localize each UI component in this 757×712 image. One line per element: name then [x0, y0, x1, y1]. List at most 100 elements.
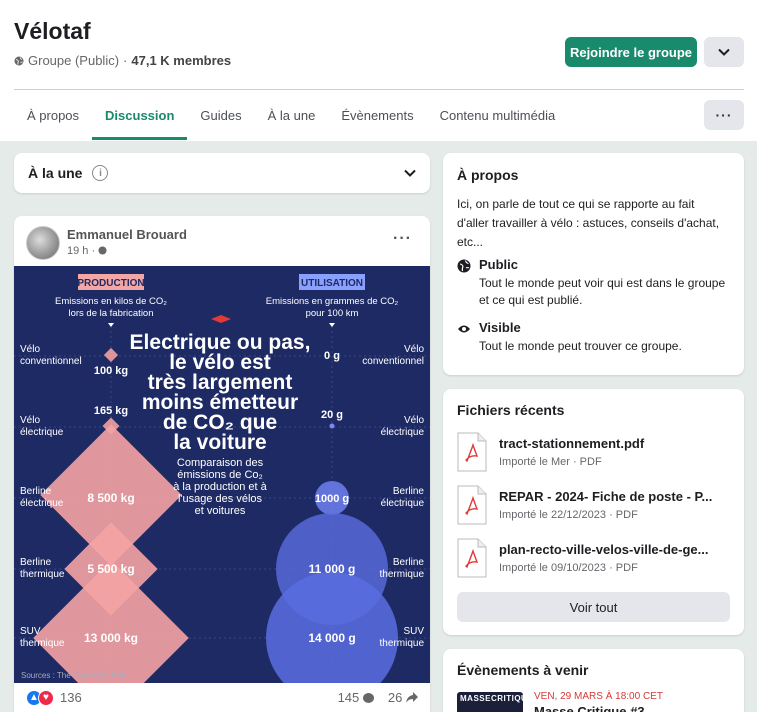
usage-value: 20 g	[321, 409, 343, 421]
production-value: 13 000 kg	[84, 631, 138, 645]
row-label-right: électrique	[381, 427, 425, 438]
visible-title: Visible	[479, 320, 521, 335]
post-author[interactable]: Emmanuel Brouard	[67, 227, 187, 242]
file-item[interactable]: REPAR - 2024- Fiche de poste - P... Impo…	[457, 485, 735, 531]
row-label-left: SUV	[20, 626, 41, 637]
usage-value: 1000 g	[315, 493, 349, 505]
production-value: 100 kg	[94, 365, 128, 377]
row-label-right: électrique	[381, 498, 425, 509]
row-label-left: Vélo	[20, 344, 40, 355]
file-name: tract-stationnement.pdf	[499, 436, 645, 451]
see-all-files-button[interactable]: Voir tout	[457, 592, 730, 622]
production-badge-text: PRODUCTION	[77, 278, 144, 289]
globe-icon	[14, 56, 24, 65]
group-privacy: Groupe (Public)	[28, 53, 120, 68]
globe-icon	[98, 246, 107, 255]
tab-events[interactable]: Évènements	[328, 90, 426, 140]
about-public: Public Tout le monde peut voir qui est d…	[457, 257, 729, 309]
event-date: VEN, 29 MARS À 18:00 CET	[534, 691, 663, 702]
files-title: Fichiers récents	[457, 402, 565, 418]
row-label-left: électrique	[20, 427, 64, 438]
events-title: Évènements à venir	[457, 662, 589, 678]
production-value: 165 kg	[94, 405, 128, 417]
row-label-right: Vélo	[404, 415, 424, 426]
globe-icon	[457, 259, 471, 273]
about-card: À propos Ici, on parle de tout ce qui se…	[443, 153, 744, 375]
reaction-count: 136	[60, 690, 82, 705]
comment-count-text: 145	[337, 690, 360, 705]
subline-4: l'usage des vélos	[178, 493, 263, 505]
group-tabs: À propos Discussion Guides À la une Évèn…	[14, 90, 568, 140]
post-card: Emmanuel Brouard 19 h · ··· PRODUCTION U…	[14, 216, 430, 712]
post-time[interactable]: 19 h ·	[67, 245, 107, 257]
pdf-icon	[457, 485, 487, 525]
tab-guides[interactable]: Guides	[187, 90, 254, 140]
tab-featured[interactable]: À la une	[255, 90, 329, 140]
love-icon: ♥	[38, 689, 54, 706]
pdf-icon	[457, 432, 487, 472]
production-value: 8 500 kg	[87, 491, 134, 505]
event-name[interactable]: Masse Critique #3	[534, 704, 645, 712]
featured-section[interactable]: À la une i	[14, 153, 430, 193]
row-label-right: Berline	[393, 557, 425, 568]
upcoming-events-card: Évènements à venir MASSECRITIQUE VEN, 29…	[443, 649, 744, 712]
info-icon[interactable]: i	[92, 165, 109, 181]
group-header: Vélotaf Groupe (Public) · 47,1 K membres…	[0, 0, 757, 141]
usage-value: 0 g	[324, 350, 340, 362]
file-meta: Importé le 09/10/2023 · PDF	[499, 562, 638, 574]
row-label-right: thermique	[380, 569, 425, 580]
file-item[interactable]: tract-stationnement.pdf Importé le Mer ·…	[457, 432, 735, 478]
post-image[interactable]: PRODUCTION UTILISATION Emissions en kilo…	[14, 266, 430, 683]
production-subtitle-1: Emissions en kilos de CO₂	[55, 296, 167, 307]
member-count: 47,1 K membres	[131, 53, 232, 68]
usage-value: 11 000 g	[309, 562, 356, 576]
subline-2: émissions de Co₂	[177, 469, 263, 481]
headline-line-6: la voiture	[173, 431, 266, 454]
row-label-right: thermique	[380, 638, 425, 649]
chevron-down-icon[interactable]	[404, 169, 416, 177]
post-menu-button[interactable]: ···	[393, 230, 412, 248]
chevron-down-icon	[718, 48, 730, 56]
production-subtitle-2: lors de la fabrication	[68, 308, 153, 319]
avatar[interactable]	[26, 226, 60, 260]
tab-media[interactable]: Contenu multimédia	[427, 90, 569, 140]
public-description: Tout le monde peut voir qui est dans le …	[479, 276, 726, 307]
file-name: REPAR - 2024- Fiche de poste - P...	[499, 489, 713, 504]
about-title: À propos	[457, 167, 519, 183]
about-visible: Visible Tout le monde peut trouver ce gr…	[457, 320, 729, 355]
file-meta: Importé le 22/12/2023 · PDF	[499, 509, 638, 521]
featured-label: À la une	[28, 165, 83, 181]
tab-about[interactable]: À propos	[14, 90, 92, 140]
row-label-left: thermique	[20, 569, 65, 580]
subline-1: Comparaison des	[177, 457, 264, 469]
infographic: PRODUCTION UTILISATION Emissions en kilo…	[14, 266, 430, 683]
about-description: Ici, on parle de tout ce qui se rapporte…	[457, 197, 720, 249]
tab-discussion[interactable]: Discussion	[92, 90, 188, 140]
row-label-right: conventionnel	[362, 356, 424, 367]
public-title: Public	[479, 257, 519, 272]
event-thumbnail[interactable]: MASSECRITIQUE	[457, 692, 523, 712]
subline-3: à la production et à	[173, 481, 267, 493]
usage-mark-velo-electrique	[329, 423, 335, 429]
comment-count[interactable]: 145	[338, 690, 374, 705]
file-item[interactable]: plan-recto-ville-velos-ville-de-ge... Im…	[457, 538, 735, 584]
post-time-text: 19 h ·	[67, 245, 96, 257]
usage-value: 14 000 g	[308, 631, 355, 645]
pdf-icon	[457, 538, 487, 578]
comment-icon	[362, 693, 374, 703]
subline-5: et voitures	[195, 505, 246, 517]
row-label-left: conventionnel	[20, 356, 82, 367]
row-label-left: électrique	[20, 498, 64, 509]
tabs-more-button[interactable]: ···	[704, 100, 744, 130]
usage-subtitle-2: pour 100 km	[306, 308, 359, 319]
header-dropdown-button[interactable]	[704, 37, 744, 67]
file-meta: Importé le Mer · PDF	[499, 456, 602, 468]
file-name: plan-recto-ville-velos-ville-de-ge...	[499, 542, 709, 557]
share-count[interactable]: 26	[388, 690, 418, 705]
row-label-left: Vélo	[20, 415, 40, 426]
reaction-summary[interactable]: ▲ ♥ 136	[26, 689, 82, 706]
row-label-left: Berline	[20, 557, 52, 568]
row-label-left: thermique	[20, 638, 65, 649]
join-group-button[interactable]: Rejoindre le groupe	[565, 37, 697, 67]
share-icon	[406, 692, 418, 703]
